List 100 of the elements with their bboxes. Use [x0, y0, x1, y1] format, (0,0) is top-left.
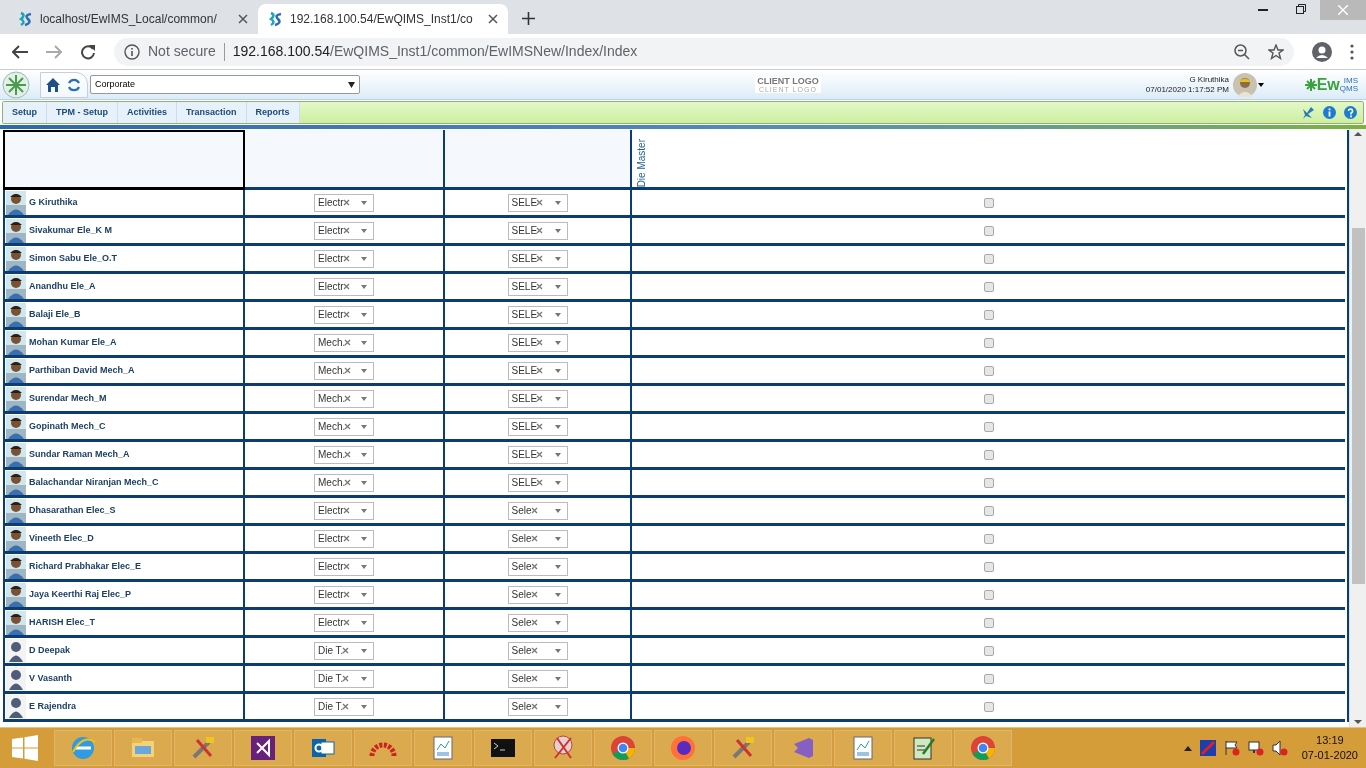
dropdown[interactable]: Sele	[507, 501, 568, 520]
clear-icon[interactable]	[530, 647, 538, 654]
dropdown[interactable]: Electr	[314, 249, 374, 268]
dropdown[interactable]: Electr	[314, 613, 374, 632]
dropdown[interactable]: Electr	[314, 585, 374, 604]
action-center-icon[interactable]	[1223, 740, 1240, 756]
dropdown[interactable]: Sele	[507, 641, 568, 660]
checkbox[interactable]	[983, 701, 994, 712]
flag-icon[interactable]	[1199, 740, 1216, 756]
dropdown[interactable]: SELE	[507, 389, 568, 408]
close-icon[interactable]	[238, 14, 248, 24]
dropdown[interactable]: SELE	[507, 305, 568, 324]
clear-icon[interactable]	[536, 367, 544, 374]
clear-icon[interactable]	[536, 255, 544, 262]
clear-icon[interactable]	[342, 591, 350, 598]
dropdown[interactable]: Sele	[507, 669, 568, 688]
menu-item[interactable]: Reports	[246, 102, 300, 123]
clear-icon[interactable]	[536, 423, 544, 430]
tray-arrow-icon[interactable]	[1183, 745, 1192, 751]
clear-icon[interactable]	[536, 199, 544, 206]
dropdown[interactable]: Electr	[314, 193, 374, 212]
caret-icon[interactable]	[1258, 82, 1264, 87]
checkbox[interactable]	[983, 533, 994, 544]
clear-icon[interactable]	[536, 227, 544, 234]
clear-icon[interactable]	[342, 311, 350, 318]
scrollbar[interactable]	[1349, 129, 1366, 727]
checkbox[interactable]	[983, 673, 994, 684]
checkbox[interactable]	[983, 281, 994, 292]
clear-icon[interactable]	[530, 535, 538, 542]
clear-icon[interactable]	[342, 283, 350, 290]
organization-select[interactable]: Corporate	[90, 75, 360, 94]
pin-icon[interactable]	[1302, 106, 1315, 119]
checkbox[interactable]	[983, 449, 994, 460]
star-icon[interactable]	[1268, 43, 1284, 60]
dropdown[interactable]: Die T.	[314, 697, 374, 716]
checkbox[interactable]	[983, 337, 994, 348]
clear-icon[interactable]	[536, 339, 544, 346]
windows-start-icon[interactable]	[12, 735, 38, 761]
dropdown[interactable]: Electr	[314, 221, 374, 240]
clear-icon[interactable]	[530, 619, 538, 626]
close-icon[interactable]	[488, 14, 498, 24]
checkbox[interactable]	[983, 421, 994, 432]
dropdown[interactable]: SELE	[507, 277, 568, 296]
dropdown[interactable]: SELE	[507, 361, 568, 380]
dropdown[interactable]: Electr	[314, 557, 374, 576]
reload-icon[interactable]	[80, 43, 96, 60]
clear-icon[interactable]	[342, 675, 350, 682]
dropdown[interactable]: Electr	[314, 501, 374, 520]
menu-item[interactable]: Transaction	[177, 102, 247, 123]
clear-icon[interactable]	[342, 563, 350, 570]
checkbox[interactable]	[983, 225, 994, 236]
dropdown[interactable]: SELE	[507, 333, 568, 352]
clear-icon[interactable]	[530, 507, 538, 514]
dropdown[interactable]: Mech.	[314, 361, 374, 380]
clear-icon[interactable]	[342, 227, 350, 234]
menu-item[interactable]: Activities	[118, 102, 178, 123]
help-icon[interactable]	[1344, 106, 1357, 119]
checkbox[interactable]	[983, 505, 994, 516]
checkbox[interactable]	[983, 589, 994, 600]
dropdown[interactable]: Mech.	[314, 333, 374, 352]
dropdown[interactable]: Sele	[507, 697, 568, 716]
clear-icon[interactable]	[536, 311, 544, 318]
speaker-muted-icon[interactable]	[1271, 740, 1288, 756]
clear-icon[interactable]	[344, 451, 352, 458]
dropdown[interactable]: Sele	[507, 613, 568, 632]
dropdown[interactable]: SELE	[507, 417, 568, 436]
clear-icon[interactable]	[530, 563, 538, 570]
clear-icon[interactable]	[530, 591, 538, 598]
clear-icon[interactable]	[342, 619, 350, 626]
dropdown[interactable]: Sele	[507, 529, 568, 548]
checkbox[interactable]	[983, 309, 994, 320]
checkbox[interactable]	[983, 197, 994, 208]
dropdown[interactable]: SELE	[507, 473, 568, 492]
menu-item[interactable]: TPM - Setup	[47, 102, 118, 123]
dropdown[interactable]: Die T.	[314, 641, 374, 660]
dropdown[interactable]: Sele	[507, 557, 568, 576]
checkbox[interactable]	[983, 365, 994, 376]
refresh-icon[interactable]	[67, 77, 81, 92]
checkbox[interactable]	[983, 477, 994, 488]
info-icon[interactable]	[1323, 106, 1336, 119]
dropdown[interactable]: Mech.	[314, 445, 374, 464]
network-icon[interactable]	[1247, 740, 1264, 756]
clear-icon[interactable]	[342, 647, 350, 654]
new-tab-icon[interactable]	[522, 12, 535, 25]
dropdown[interactable]: SELE	[507, 249, 568, 268]
clear-icon[interactable]	[530, 675, 538, 682]
dropdown[interactable]: Mech.	[314, 389, 374, 408]
clear-icon[interactable]	[342, 703, 350, 710]
checkbox[interactable]	[983, 393, 994, 404]
home-icon[interactable]	[45, 76, 61, 93]
profile-icon[interactable]	[1312, 41, 1332, 62]
clear-icon[interactable]	[536, 395, 544, 402]
checkbox[interactable]	[983, 561, 994, 572]
dropdown[interactable]: Electr	[314, 305, 374, 324]
address-bar[interactable]: Not secure 192.168.100.54/EwQIMS_Inst1/common/EwIMSNew/Index/Index	[114, 37, 1294, 66]
clear-icon[interactable]	[344, 479, 352, 486]
taskbar-button[interactable]	[654, 730, 712, 766]
dropdown[interactable]: SELE	[507, 193, 568, 212]
clear-icon[interactable]	[344, 367, 352, 374]
clear-icon[interactable]	[342, 535, 350, 542]
